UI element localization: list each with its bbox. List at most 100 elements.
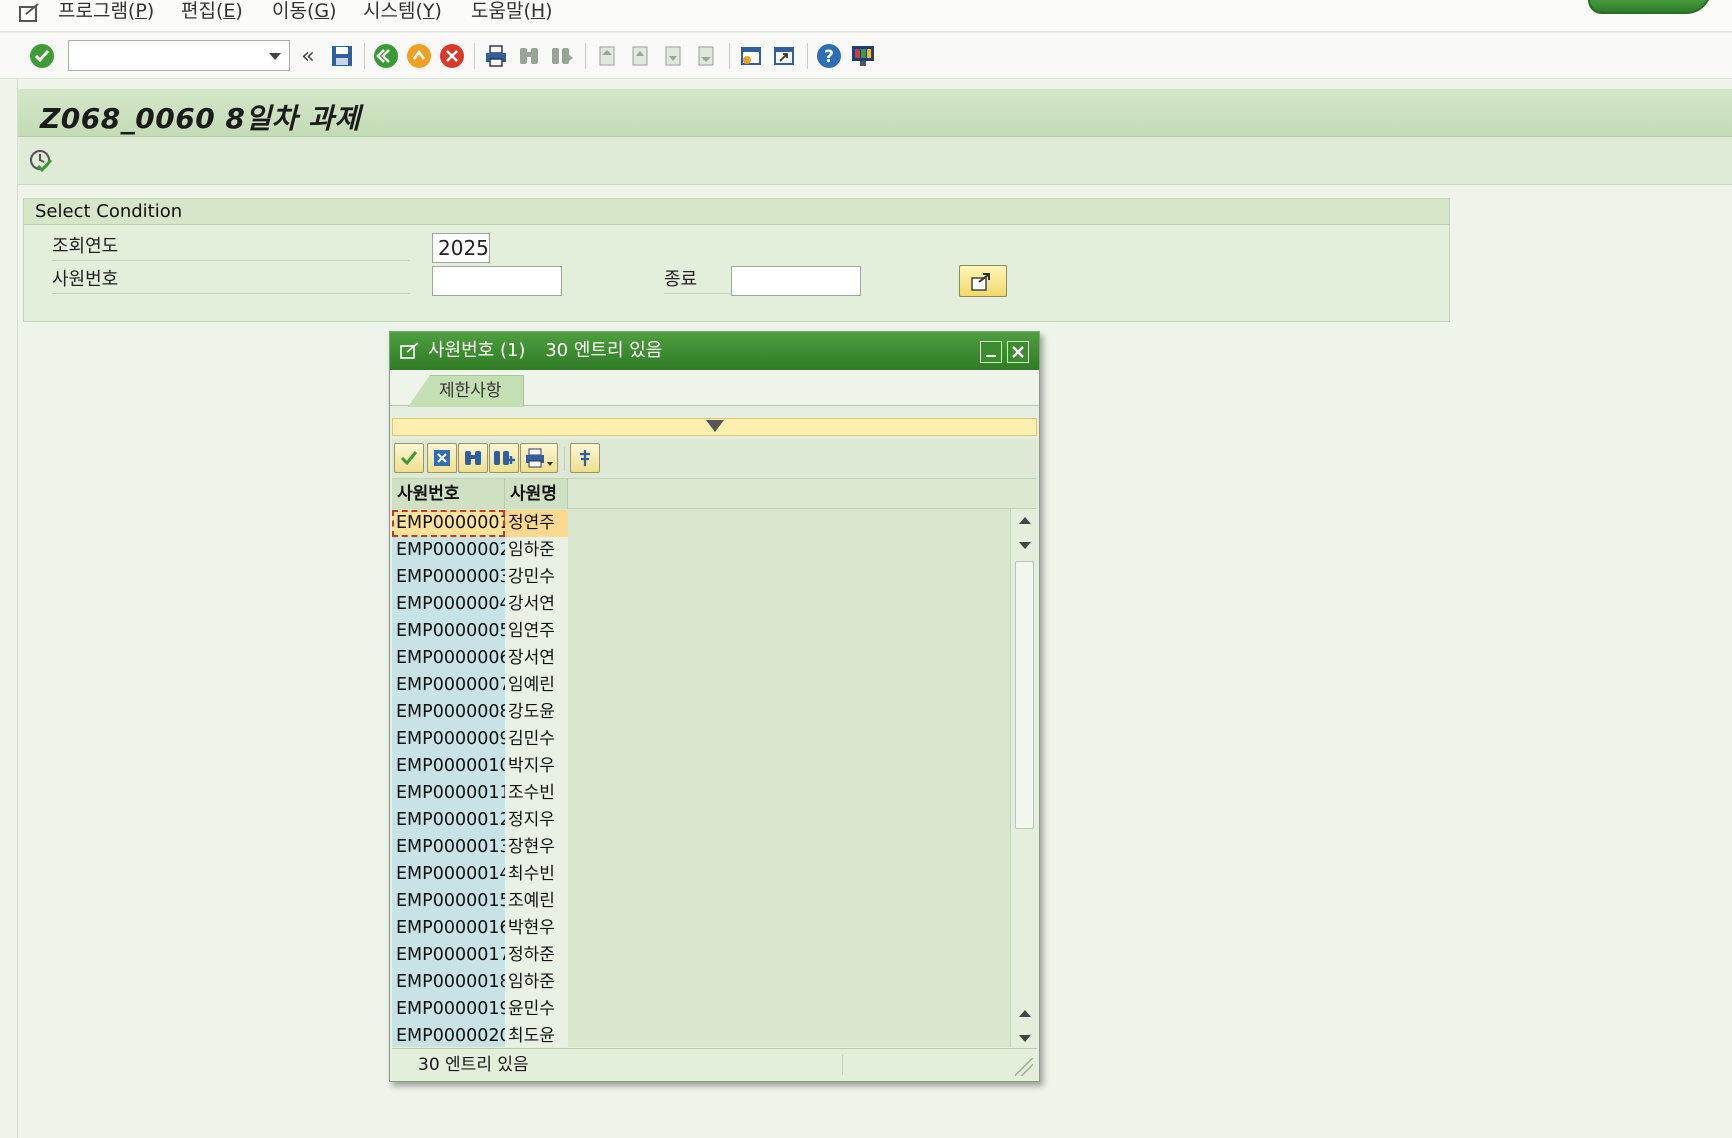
cell-emp-name[interactable]: 박현우 xyxy=(505,915,568,942)
prev-page-icon[interactable] xyxy=(626,42,654,70)
emp-no-to-input[interactable] xyxy=(731,266,861,296)
cell-emp-name[interactable]: 임연주 xyxy=(505,618,568,645)
personalize-button[interactable] xyxy=(570,443,600,473)
scrollbar-thumb[interactable] xyxy=(1015,561,1034,829)
year-input[interactable]: 2025 xyxy=(432,233,490,263)
enter-icon[interactable] xyxy=(28,42,56,70)
cell-emp-name[interactable]: 강민수 xyxy=(505,564,568,591)
menu-goto[interactable]: 이동(G) xyxy=(272,0,337,24)
minimize-button[interactable] xyxy=(980,341,1002,363)
cell-emp-no[interactable]: EMP0000018 xyxy=(392,969,511,996)
print-icon[interactable] xyxy=(482,42,510,70)
command-field[interactable] xyxy=(68,40,290,71)
cell-emp-name[interactable]: 조예린 xyxy=(505,888,568,915)
menu-program[interactable]: 프로그램(P) xyxy=(58,0,154,24)
save-icon[interactable] xyxy=(328,42,356,70)
layout-icon[interactable] xyxy=(849,42,877,70)
binoculars-icon xyxy=(465,451,481,465)
cell-emp-no[interactable]: EMP0000016 xyxy=(392,915,511,942)
cell-emp-no[interactable]: EMP0000005 xyxy=(392,618,511,645)
cell-emp-no[interactable]: EMP0000008 xyxy=(392,699,511,726)
close-button[interactable] xyxy=(1007,341,1029,363)
cell-emp-no[interactable]: EMP0000014 xyxy=(392,861,511,888)
cancel-icon[interactable] xyxy=(438,42,466,70)
page-down-icon[interactable] xyxy=(1019,1035,1031,1042)
cell-emp-name[interactable]: 정지우 xyxy=(505,807,568,834)
column-header-emp-name[interactable]: 사원명 xyxy=(505,479,568,509)
cell-emp-no[interactable]: EMP0000020 xyxy=(392,1023,511,1047)
cell-emp-no[interactable]: EMP0000003 xyxy=(392,564,511,591)
copy-button[interactable] xyxy=(394,443,424,473)
cell-emp-no[interactable]: EMP0000015 xyxy=(392,888,511,915)
scroll-up-icon[interactable] xyxy=(1019,517,1031,524)
chevron-down-icon[interactable] xyxy=(269,53,281,60)
cell-emp-no[interactable]: EMP0000010 xyxy=(392,753,511,780)
collapse-icon[interactable]: « xyxy=(294,42,322,70)
scroll-down-icon[interactable] xyxy=(1019,542,1031,549)
year-label: 조회연도 xyxy=(52,233,410,261)
exit-icon[interactable] xyxy=(405,42,433,70)
column-header-emp-no[interactable]: 사원번호 xyxy=(392,479,505,509)
cell-emp-name[interactable]: 김민수 xyxy=(505,726,568,753)
cell-emp-name[interactable]: 박지우 xyxy=(505,753,568,780)
last-page-icon[interactable] xyxy=(692,42,720,70)
emp-no-label: 사원번호 xyxy=(52,266,410,294)
cell-emp-name[interactable]: 최수빈 xyxy=(505,861,568,888)
help-icon[interactable]: ? xyxy=(815,42,843,70)
cell-emp-name[interactable]: 강서연 xyxy=(505,591,568,618)
cell-emp-name[interactable]: 강도윤 xyxy=(505,699,568,726)
restriction-toggle-bar[interactable] xyxy=(392,418,1037,436)
menu-system[interactable]: 시스템(Y) xyxy=(363,0,442,24)
cell-emp-name[interactable]: 임하준 xyxy=(505,537,568,564)
first-page-icon[interactable] xyxy=(593,42,621,70)
cell-emp-name[interactable]: 임예린 xyxy=(505,672,568,699)
cell-emp-no[interactable]: EMP0000007 xyxy=(392,672,511,699)
find-icon[interactable] xyxy=(515,42,543,70)
cell-emp-no[interactable]: EMP0000012 xyxy=(392,807,511,834)
find-next-button[interactable] xyxy=(489,443,519,473)
cell-emp-no[interactable]: EMP0000011 xyxy=(392,780,511,807)
cell-emp-no[interactable]: EMP0000017 xyxy=(392,942,511,969)
find-button[interactable] xyxy=(458,443,488,473)
cancel-button[interactable] xyxy=(427,443,457,473)
new-session-icon[interactable] xyxy=(737,42,765,70)
back-icon[interactable] xyxy=(372,42,400,70)
expand-handle-icon[interactable] xyxy=(706,420,724,432)
status-separator xyxy=(842,1055,843,1075)
shortcut-icon[interactable] xyxy=(770,42,798,70)
execute-icon[interactable] xyxy=(28,148,54,174)
toolbar-separator xyxy=(807,43,808,69)
next-page-icon[interactable] xyxy=(659,42,687,70)
cell-emp-no[interactable]: EMP0000006 xyxy=(392,645,511,672)
menu-icon[interactable] xyxy=(18,2,42,24)
hit-list-grid: 사원번호 사원명 EMP0000001 정연주 EMP0000002 임하준 EMP00… xyxy=(392,479,1037,1047)
cell-emp-name[interactable]: 장서연 xyxy=(505,645,568,672)
emp-no-from-input[interactable] xyxy=(432,266,562,296)
find-next-icon[interactable] xyxy=(548,42,576,70)
cell-emp-name[interactable]: 정하준 xyxy=(505,942,568,969)
menu-help[interactable]: 도움말(H) xyxy=(471,0,553,24)
print-button[interactable] xyxy=(520,443,558,473)
application-toolbar xyxy=(18,137,1732,185)
value-help-popup: 사원번호 (1) 30 엔트리 있음 제한사항 사원번호 사원명 EMP0000… xyxy=(389,331,1040,1082)
cell-emp-name[interactable]: 조수빈 xyxy=(505,780,568,807)
multiple-selection-button[interactable] xyxy=(959,265,1007,297)
cell-emp-name[interactable]: 임하준 xyxy=(505,969,568,996)
cell-emp-no[interactable]: EMP0000004 xyxy=(392,591,511,618)
cell-emp-no[interactable]: EMP0000013 xyxy=(392,834,511,861)
popup-title-bar[interactable]: 사원번호 (1) 30 엔트리 있음 xyxy=(390,332,1039,370)
page-up-icon[interactable] xyxy=(1019,1010,1031,1017)
cell-emp-no[interactable]: EMP0000009 xyxy=(392,726,511,753)
cell-emp-name[interactable]: 장현우 xyxy=(505,834,568,861)
cell-emp-name[interactable]: 최도윤 xyxy=(505,1023,568,1047)
cell-emp-no[interactable]: EMP0000002 xyxy=(392,537,511,564)
cell-emp-name[interactable]: 윤민수 xyxy=(505,996,568,1023)
cell-emp-name[interactable]: 정연주 xyxy=(505,510,568,537)
vertical-scrollbar[interactable] xyxy=(1010,509,1037,1047)
cell-emp-no[interactable]: EMP0000001 xyxy=(392,510,511,537)
resize-grip-icon[interactable] xyxy=(1015,1058,1033,1076)
menu-edit[interactable]: 편집(E) xyxy=(181,0,243,24)
tab-restrictions[interactable]: 제한사항 xyxy=(408,375,524,407)
cell-emp-no[interactable]: EMP0000019 xyxy=(392,996,511,1023)
window-corner-button[interactable] xyxy=(1588,0,1712,14)
